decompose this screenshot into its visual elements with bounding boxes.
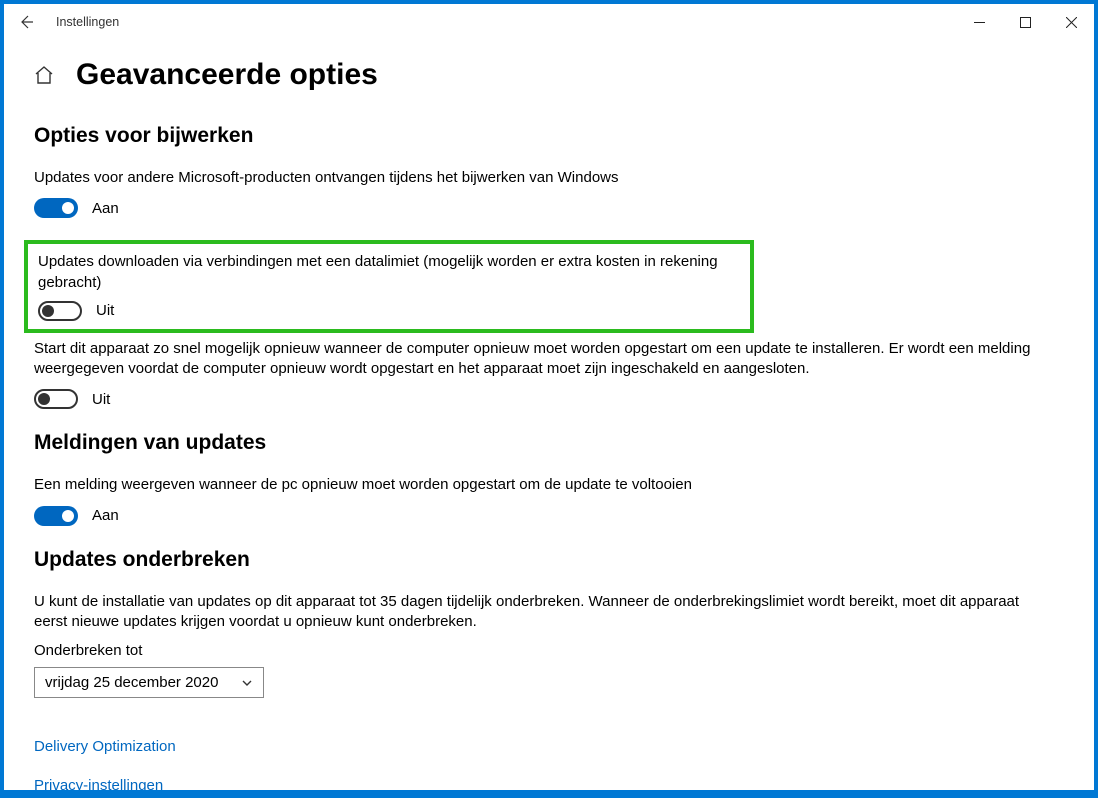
option-restart-asap-text: Start dit apparaat zo snel mogelijk opni… bbox=[34, 339, 1064, 380]
home-icon[interactable] bbox=[34, 65, 54, 85]
section-update-options: Opties voor bijwerken Updates voor ander… bbox=[34, 124, 1064, 409]
highlight-metered-connection: Updates downloaden via verbindingen met … bbox=[24, 240, 754, 333]
minimize-icon bbox=[974, 17, 985, 28]
section-title-pause-updates: Updates onderbreken bbox=[34, 548, 1064, 572]
pause-until-label: Onderbreken tot bbox=[34, 642, 1064, 659]
toggle-label-restart-notification: Aan bbox=[92, 507, 119, 524]
toggle-row-metered-connection: Uit bbox=[38, 301, 740, 321]
toggle-microsoft-products[interactable] bbox=[34, 198, 78, 218]
toggle-knob bbox=[62, 202, 74, 214]
content-area: Geavanceerde opties Opties voor bijwerke… bbox=[4, 40, 1094, 790]
toggle-knob bbox=[38, 393, 50, 405]
toggle-row-restart-notification: Aan bbox=[34, 506, 1064, 526]
arrow-left-icon bbox=[18, 14, 34, 30]
pause-updates-description: U kunt de installatie van updates op dit… bbox=[34, 592, 1044, 633]
close-icon bbox=[1066, 17, 1077, 28]
option-metered-connection-text: Updates downloaden via verbindingen met … bbox=[38, 252, 740, 293]
toggle-restart-asap[interactable] bbox=[34, 389, 78, 409]
section-notifications: Meldingen van updates Een melding weerge… bbox=[34, 431, 1064, 525]
maximize-icon bbox=[1020, 17, 1031, 28]
titlebar: Instellingen bbox=[4, 4, 1094, 40]
toggle-knob bbox=[42, 305, 54, 317]
toggle-label-metered-connection: Uit bbox=[96, 302, 114, 319]
pause-until-selected: vrijdag 25 december 2020 bbox=[45, 674, 218, 691]
settings-window: Instellingen Geavanceerde opties Opties … bbox=[4, 4, 1094, 790]
app-title: Instellingen bbox=[56, 15, 119, 29]
toggle-row-microsoft-products: Aan bbox=[34, 198, 1064, 218]
section-title-update-options: Opties voor bijwerken bbox=[34, 124, 1064, 148]
chevron-down-icon bbox=[241, 677, 253, 689]
option-restart-notification-text: Een melding weergeven wanneer de pc opni… bbox=[34, 475, 1064, 495]
maximize-button[interactable] bbox=[1002, 6, 1048, 38]
toggle-restart-notification[interactable] bbox=[34, 506, 78, 526]
link-delivery-optimization[interactable]: Delivery Optimization bbox=[34, 738, 1064, 755]
pause-until-dropdown[interactable]: vrijdag 25 december 2020 bbox=[34, 667, 264, 698]
window-controls bbox=[956, 6, 1094, 38]
minimize-button[interactable] bbox=[956, 6, 1002, 38]
toggle-metered-connection[interactable] bbox=[38, 301, 82, 321]
section-title-notifications: Meldingen van updates bbox=[34, 431, 1064, 455]
toggle-label-microsoft-products: Aan bbox=[92, 200, 119, 217]
close-button[interactable] bbox=[1048, 6, 1094, 38]
page-title: Geavanceerde opties bbox=[76, 58, 378, 92]
back-button[interactable] bbox=[14, 10, 38, 34]
toggle-knob bbox=[62, 510, 74, 522]
section-pause-updates: Updates onderbreken U kunt de installati… bbox=[34, 548, 1064, 725]
toggle-label-restart-asap: Uit bbox=[92, 391, 110, 408]
titlebar-left: Instellingen bbox=[14, 10, 119, 34]
page-header: Geavanceerde opties bbox=[34, 58, 1064, 92]
link-privacy-settings[interactable]: Privacy-instellingen bbox=[34, 777, 1064, 790]
toggle-row-restart-asap: Uit bbox=[34, 389, 1064, 409]
option-microsoft-products-text: Updates voor andere Microsoft-producten … bbox=[34, 168, 1064, 188]
